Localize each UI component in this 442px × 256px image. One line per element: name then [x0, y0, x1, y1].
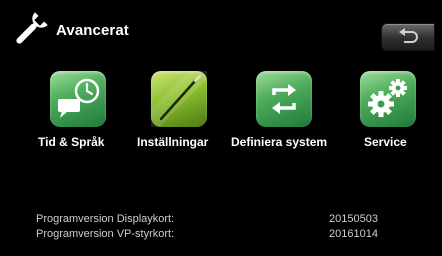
wrench-icon [10, 10, 50, 50]
menu-item-service[interactable] [360, 71, 416, 127]
version-label-display: Programversion Displaykort: [36, 213, 175, 225]
menu-item-label: Definiera system [231, 135, 328, 149]
menu-item-tid-sprak[interactable] [50, 71, 106, 127]
back-button[interactable] [381, 23, 435, 51]
version-label-vp: Programversion VP-styrkort: [36, 228, 175, 240]
version-value-vp: 20161014 [329, 228, 378, 240]
menu-item-label: Service [364, 135, 407, 149]
screen: Avancerat Tid & Språk Inställningar Defi… [0, 0, 442, 256]
menu-item-installningar[interactable] [151, 71, 207, 127]
menu-item-definiera-system[interactable] [256, 71, 312, 127]
clock-speech-icon [58, 78, 100, 118]
menu-item-label: Inställningar [137, 135, 209, 149]
gears-icon [368, 79, 407, 117]
version-value-display: 20150503 [329, 213, 378, 225]
back-arrow-icon [399, 28, 418, 43]
pencil-icon [151, 71, 207, 127]
menu-item-label: Tid & Språk [38, 135, 105, 149]
cycle-arrows-icon [272, 84, 296, 114]
page-title: Avancerat [56, 22, 129, 39]
